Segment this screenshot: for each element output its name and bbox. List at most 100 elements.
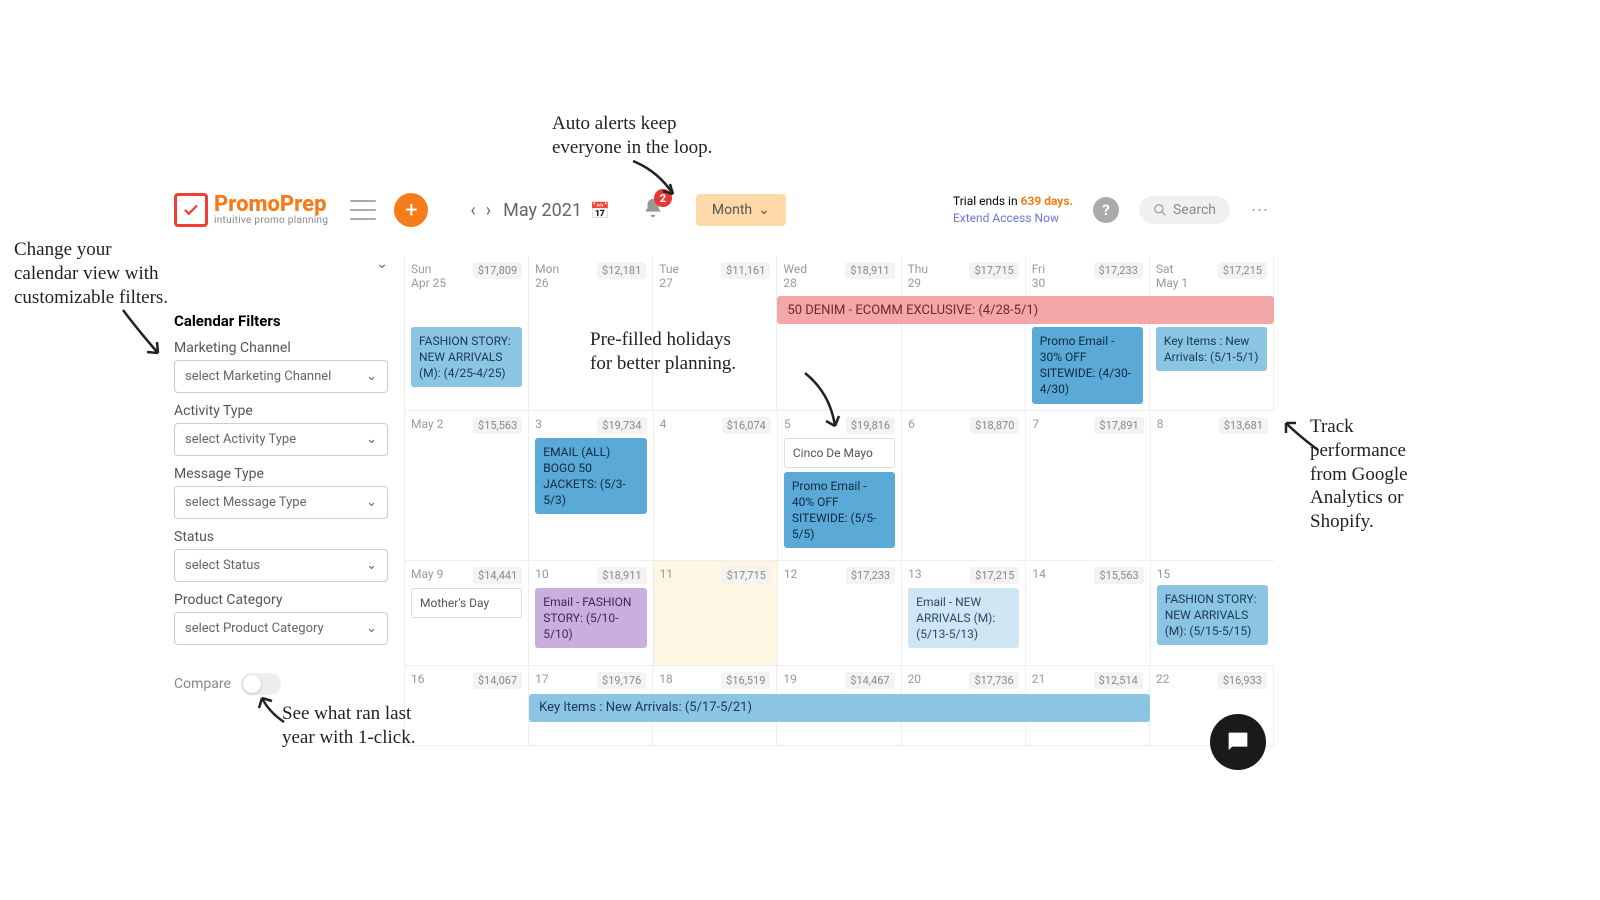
day-label: 10 (535, 567, 549, 581)
calendar-event[interactable]: Promo Email - 30% OFF SITEWIDE: (4/30-4/… (1032, 327, 1143, 404)
calendar-event[interactable]: Mother's Day (411, 588, 522, 618)
day-label: Mon 26 (535, 262, 559, 291)
chevron-down-icon: ⌄ (758, 202, 770, 218)
calendar-cell[interactable]: 11$17,715 (654, 561, 778, 665)
calendar-banner-event[interactable]: 50 DENIM - ECOMM EXCLUSIVE: (4/28-5/1) (777, 296, 1274, 324)
calendar-event[interactable]: EMAIL (ALL) BOGO 50 JACKETS: (5/3-5/3) (535, 438, 646, 515)
calendar-cell[interactable]: Wed 28$18,911 (777, 256, 901, 410)
day-label: 8 (1157, 417, 1164, 431)
annotation-filters: Change your calendar view with customiza… (14, 238, 168, 309)
day-label: 14 (1032, 567, 1046, 581)
day-label: Thu 29 (908, 262, 928, 291)
compare-toggle[interactable] (241, 673, 281, 695)
calendar-row: 16$14,06717$19,17618$16,51919$14,46720$1… (405, 666, 1274, 746)
calendar-cell[interactable]: Sat May 1 $17,215 Key Items : New Arrivals… (1150, 256, 1274, 410)
calendar-cell[interactable]: Thu 29 $17,715 (902, 256, 1026, 410)
day-label: 17 (535, 672, 549, 686)
date-nav: ‹ › May 2021 📅 (466, 196, 610, 225)
calendar-grid: Sun Apr 25$17,809FASHION STORY: NEW ARRI… (404, 256, 1274, 746)
day-label: May 9 (411, 567, 443, 581)
calendar-event[interactable]: FASHION STORY: NEW ARRIVALS (M): (4/25-4… (411, 327, 522, 388)
calendar-cell[interactable]: 10$18,911Email - FASHION STORY: (5/10-5/… (529, 561, 653, 665)
calendar-event[interactable]: Promo Email - 40% OFF SITEWIDE: (5/5-5/5… (784, 472, 895, 549)
calendar-cell[interactable]: 3$19,734EMAIL (ALL) BOGO 50 JACKETS: (5/… (529, 411, 653, 560)
arrow-icon (1278, 415, 1328, 455)
menu-icon[interactable] (350, 200, 376, 220)
calendar-cell[interactable]: 6$18,870 (902, 411, 1026, 560)
trial-status: Trial ends in 639 days. Extend Access No… (953, 193, 1073, 227)
day-label: 12 (784, 567, 798, 581)
help-icon[interactable]: ? (1093, 197, 1119, 223)
revenue-badge: $19,816 (846, 417, 895, 434)
chat-fab[interactable] (1210, 714, 1266, 770)
day-label: 7 (1032, 417, 1039, 431)
calendar-cell[interactable]: 7$17,891 (1026, 411, 1150, 560)
revenue-badge: $17,233 (1094, 262, 1143, 279)
more-icon[interactable]: ⋯ (1246, 196, 1274, 224)
filter-label: Marketing Channel (174, 340, 388, 356)
add-button[interactable]: + (394, 193, 428, 227)
calendar-event[interactable]: Cinco De Mayo (784, 438, 895, 468)
calendar-banner-event[interactable]: Key Items : New Arrivals: (5/17-5/21) (529, 694, 1150, 722)
next-icon[interactable]: › (482, 196, 495, 225)
alerts-icon[interactable]: 2 (642, 197, 664, 223)
current-date: May 2021 (503, 200, 582, 221)
calendar-cell[interactable]: Fri 30$17,233Promo Email - 30% OFF SITEW… (1026, 256, 1150, 410)
calendar-cell[interactable]: 15 FASHION STORY: NEW ARRIVALS (M): (5/15… (1151, 561, 1274, 665)
view-select-button[interactable]: Month⌄ (696, 194, 786, 226)
calendar-cell[interactable]: 5 $19,816 Cinco De Mayo Promo Email - 40% O… (778, 411, 902, 560)
filter-select[interactable]: select Product Category⌄ (174, 612, 388, 645)
day-label: 22 (1156, 672, 1170, 686)
calendar-cell[interactable]: 14$15,563 (1026, 561, 1150, 665)
extend-access-link[interactable]: Extend Access Now (953, 210, 1073, 227)
collapse-filters-icon[interactable]: ⌄ (174, 256, 388, 272)
day-label: 3 (535, 417, 542, 431)
calendar-cell[interactable]: 13$17,215Email - NEW ARRIVALS (M): (5/13… (902, 561, 1026, 665)
filter-select[interactable]: select Status⌄ (174, 549, 388, 582)
annotation-alerts: Auto alerts keep everyone in the loop. (552, 112, 712, 160)
arrow-icon (118, 305, 168, 365)
day-label: 5 (784, 417, 791, 431)
calendar-cell[interactable]: May 2$15,563 (405, 411, 529, 560)
day-label: Sat May 1 (1156, 262, 1188, 291)
revenue-badge: $17,715 (722, 567, 771, 584)
calendar-cell[interactable]: 8$13,681 (1151, 411, 1274, 560)
revenue-badge: $17,715 (969, 262, 1018, 279)
chevron-down-icon: ⌄ (366, 495, 377, 510)
calendar-cell[interactable]: Tue 27$11,161 (653, 256, 777, 410)
chevron-down-icon: ⌄ (366, 432, 377, 447)
prev-icon[interactable]: ‹ (466, 196, 479, 225)
calendar-cell[interactable]: Mon 26$12,181 (529, 256, 653, 410)
calendar-cell[interactable]: 12 $17,233 (778, 561, 902, 665)
revenue-badge: $17,233 (846, 567, 895, 584)
calendar-event[interactable]: FASHION STORY: NEW ARRIVALS (M): (5/15-5… (1157, 585, 1268, 646)
filter-select[interactable]: select Activity Type⌄ (174, 423, 388, 456)
calendar-cell[interactable]: 16$14,067 (405, 666, 529, 745)
revenue-badge: $16,519 (721, 672, 770, 689)
calendar-cell[interactable]: 4 $16,074 (654, 411, 778, 560)
day-label: 4 (660, 417, 667, 431)
calendar-cell[interactable]: Sun Apr 25$17,809FASHION STORY: NEW ARRI… (405, 256, 529, 410)
search-input[interactable]: Search (1139, 196, 1230, 224)
revenue-badge: $12,514 (1094, 672, 1143, 689)
filters-title: Calendar Filters (174, 312, 388, 330)
revenue-badge: $16,074 (722, 417, 771, 434)
day-label: Wed 28 (783, 262, 807, 291)
chevron-down-icon: ⌄ (366, 369, 377, 384)
day-label: May 2 (411, 417, 443, 431)
chevron-down-icon: ⌄ (366, 558, 377, 573)
revenue-badge: $17,809 (473, 262, 522, 279)
calendar-event[interactable]: Email - NEW ARRIVALS (M): (5/13-5/13) (908, 588, 1019, 649)
calendar-event[interactable]: Email - FASHION STORY: (5/10-5/10) (535, 588, 646, 649)
calendar-row: May 9$14,441Mother's Day10$18,911Email -… (405, 561, 1274, 666)
day-label: Tue 27 (659, 262, 679, 291)
logo[interactable]: PromoPrep intuitive promo planning (174, 193, 328, 227)
calendar-event[interactable]: Key Items : New Arrivals: (5/1-5/1) (1156, 327, 1267, 371)
calendar-cell[interactable]: May 9$14,441Mother's Day (405, 561, 529, 665)
filter-select[interactable]: select Marketing Channel⌄ (174, 360, 388, 393)
filter-select[interactable]: select Message Type⌄ (174, 486, 388, 519)
revenue-badge: $17,215 (1218, 262, 1267, 279)
day-label: 15 (1157, 567, 1171, 581)
day-label: 13 (908, 567, 922, 581)
calendar-icon[interactable]: 📅 (590, 201, 610, 220)
